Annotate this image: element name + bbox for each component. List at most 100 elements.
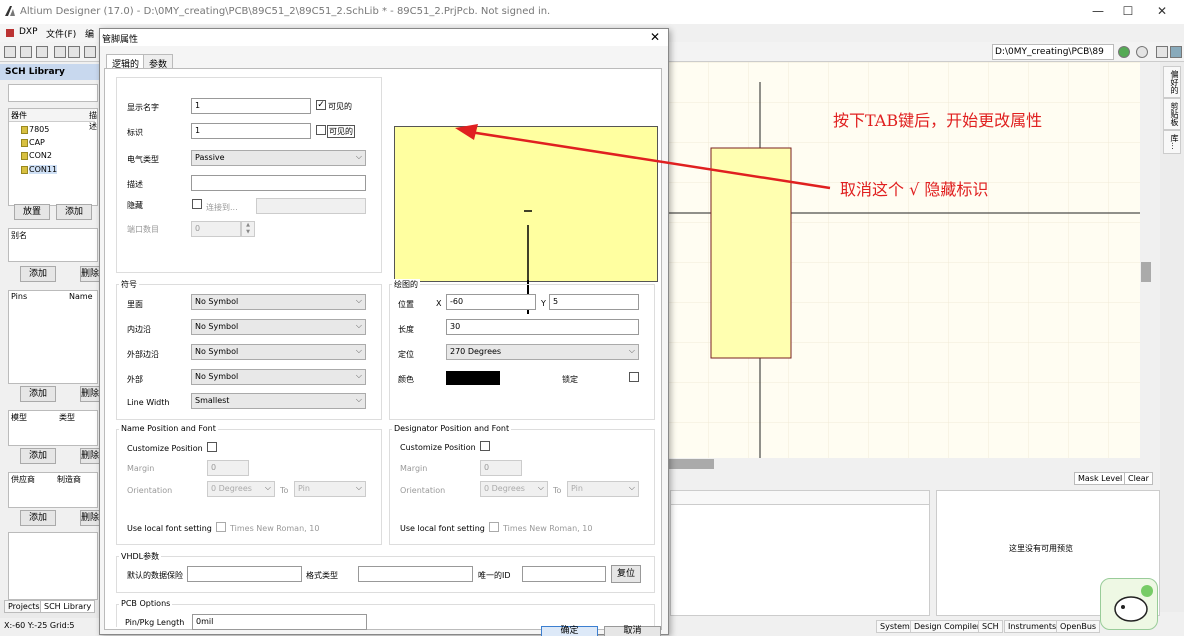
menu-file[interactable]: 文件(F) <box>46 27 76 40</box>
maximize-icon[interactable]: ☐ <box>1118 4 1138 20</box>
designator-input[interactable]: 1 <box>191 123 311 139</box>
locked-checkbox[interactable] <box>629 372 639 382</box>
line-width-select[interactable]: Smallest ⌵ <box>191 393 366 409</box>
layer-icon[interactable] <box>84 46 96 58</box>
list-item[interactable]: CAP <box>29 138 45 147</box>
component-col-header[interactable]: 器件 <box>11 110 27 121</box>
minimize-icon[interactable]: — <box>1088 4 1108 20</box>
home-icon[interactable] <box>1156 46 1168 58</box>
designator-customize-checkbox[interactable] <box>480 441 490 451</box>
manufacturer-col-header[interactable]: 制造商 <box>57 474 81 485</box>
model-list-body[interactable] <box>670 504 930 616</box>
description-col-header[interactable]: 描述 <box>89 110 97 132</box>
designator-to-select[interactable]: Pin ⌵ <box>567 481 639 497</box>
pins-col-header[interactable]: Pins <box>11 292 27 301</box>
clear-button[interactable]: Clear <box>1124 472 1153 485</box>
list-item[interactable]: CON2 <box>29 151 52 160</box>
part-number-input[interactable]: 0 <box>191 221 241 237</box>
inside-edge-select[interactable]: No Symbol ⌵ <box>191 319 366 335</box>
name-to-select[interactable]: Pin ⌵ <box>294 481 366 497</box>
supplier-add-button[interactable]: 添加 <box>20 510 56 526</box>
description-input[interactable] <box>191 175 366 191</box>
designator-orientation-select[interactable]: 0 Degrees ⌵ <box>480 481 548 497</box>
alias-add-button[interactable]: 添加 <box>20 266 56 282</box>
component-list[interactable]: 器件 描述 7805 CAP CON2 CON11 <box>8 108 98 206</box>
status-design-compiler[interactable]: Design Compiler <box>910 620 985 633</box>
alias-col-header[interactable]: 别名 <box>11 230 27 241</box>
open-folder-icon[interactable] <box>20 46 32 58</box>
globe-icon[interactable] <box>1170 46 1182 58</box>
canvas-horizontal-scrollbar[interactable] <box>668 458 1140 470</box>
new-file-icon[interactable] <box>4 46 16 58</box>
preview-icon[interactable] <box>68 46 80 58</box>
hide-checkbox[interactable] <box>192 199 202 209</box>
designator-use-local-checkbox[interactable] <box>489 522 499 532</box>
outside-edge-select[interactable]: No Symbol ⌵ <box>191 344 366 360</box>
canvas-vertical-scrollbar[interactable] <box>1140 62 1152 458</box>
tab-projects[interactable]: Projects <box>4 600 44 613</box>
orientation-select[interactable]: 270 Degrees ⌵ <box>446 344 639 360</box>
status-instruments[interactable]: Instruments <box>1004 620 1061 633</box>
designator-font-value[interactable]: Times New Roman, 10 <box>503 524 592 533</box>
designator-margin-input[interactable]: 0 <box>480 460 522 476</box>
path-combo[interactable]: D:\0MY_creating\PCB\89 <box>992 44 1114 60</box>
pin-name-col-header[interactable]: Name <box>69 292 93 301</box>
location-x-input[interactable]: -60 <box>446 294 536 310</box>
tab-libraries[interactable]: 库... <box>1163 130 1181 154</box>
close-window-icon[interactable]: ✕ <box>1152 4 1172 20</box>
reset-button[interactable]: 复位 <box>611 565 641 583</box>
location-y-input[interactable]: 5 <box>549 294 639 310</box>
outside-symbol-select[interactable]: No Symbol ⌵ <box>191 369 366 385</box>
inside-symbol-select[interactable]: No Symbol ⌵ <box>191 294 366 310</box>
name-margin-input[interactable]: 0 <box>207 460 249 476</box>
name-font-value[interactable]: Times New Roman, 10 <box>230 524 319 533</box>
model-list[interactable]: 模型 类型 <box>8 410 98 446</box>
default-value-input[interactable] <box>187 566 302 582</box>
length-input[interactable]: 30 <box>446 319 639 335</box>
dialog-close-icon[interactable]: ✕ <box>650 30 660 44</box>
status-sch[interactable]: SCH <box>978 620 1003 633</box>
supplier-list[interactable]: 供应商 制造商 <box>8 472 98 508</box>
status-openbus[interactable]: OpenBus <box>1056 620 1101 633</box>
library-filter-input[interactable] <box>8 84 98 102</box>
mask-level-button[interactable]: Mask Level <box>1074 472 1127 485</box>
place-button[interactable]: 放置 <box>14 204 50 220</box>
tab-sch-library[interactable]: SCH Library <box>40 600 96 613</box>
model-add-button[interactable]: 添加 <box>20 448 56 464</box>
display-name-input[interactable]: 1 <box>191 98 311 114</box>
tab-clipboard[interactable]: 剪贴板 <box>1163 98 1181 130</box>
tab-parameters[interactable]: 参数 <box>143 54 174 70</box>
format-type-input[interactable] <box>358 566 473 582</box>
add-component-button[interactable]: 添加 <box>56 204 92 220</box>
alias-delete-button[interactable]: 删除 <box>80 266 100 282</box>
supplier-delete-button[interactable]: 删除 <box>80 510 100 526</box>
name-orientation-select[interactable]: 0 Degrees ⌵ <box>207 481 275 497</box>
back-icon[interactable] <box>1136 46 1148 58</box>
name-use-local-checkbox[interactable] <box>216 522 226 532</box>
unique-id-input[interactable] <box>522 566 606 582</box>
pin-pkg-length-input[interactable]: 0mil <box>192 614 367 630</box>
supplier-col-header[interactable]: 供应商 <box>11 474 35 485</box>
color-swatch[interactable] <box>446 371 500 385</box>
part-number-spinner[interactable]: ▲ ▼ <box>241 221 255 237</box>
electrical-type-select[interactable]: Passive ⌵ <box>191 150 366 166</box>
status-system[interactable]: System <box>876 620 914 633</box>
forward-icon[interactable] <box>1118 46 1130 58</box>
name-customize-checkbox[interactable] <box>207 442 217 452</box>
type-col-header[interactable]: 类型 <box>59 412 75 423</box>
pins-delete-button[interactable]: 删除 <box>80 386 100 402</box>
list-item[interactable]: CON11 <box>29 165 58 174</box>
tab-favorites[interactable]: 偏好的 <box>1163 66 1181 98</box>
connect-to-input[interactable] <box>256 198 366 214</box>
pins-list[interactable]: Pins Name <box>8 290 98 384</box>
pins-add-button[interactable]: 添加 <box>20 386 56 402</box>
list-item[interactable]: 7805 <box>29 125 49 134</box>
alias-list[interactable]: 别名 <box>8 228 98 262</box>
print-icon[interactable] <box>54 46 66 58</box>
component-body[interactable] <box>710 147 792 359</box>
model-col-header[interactable]: 模型 <box>11 412 27 423</box>
menu-dxp[interactable]: DXP <box>19 27 38 37</box>
designator-visible-checkbox[interactable] <box>316 125 326 135</box>
model-delete-button[interactable]: 删除 <box>80 448 100 464</box>
save-icon[interactable] <box>36 46 48 58</box>
